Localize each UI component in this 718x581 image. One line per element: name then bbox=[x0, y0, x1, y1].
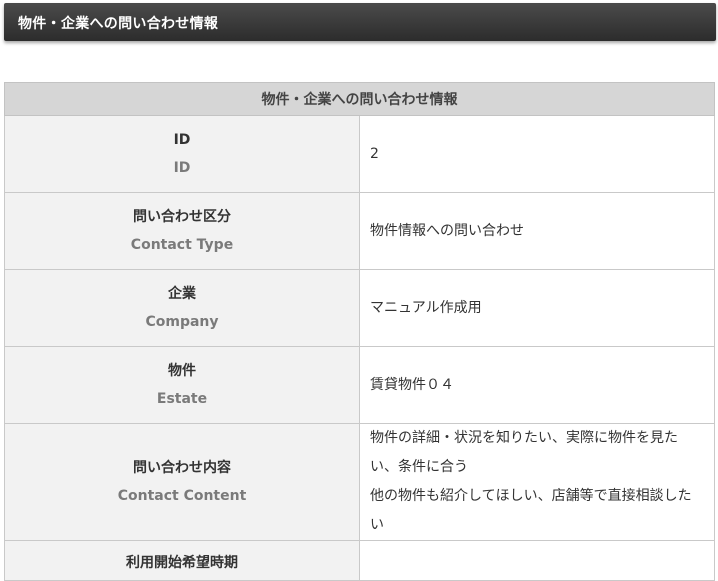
row-label-en: Contact Content bbox=[117, 488, 247, 504]
row-value-cell bbox=[359, 540, 715, 581]
row-label-ja: 物件 bbox=[168, 363, 196, 379]
row-label-ja: 問い合わせ区分 bbox=[133, 209, 231, 225]
row-value-estate: 賃貸物件０４ bbox=[370, 376, 454, 393]
page-title: 物件・企業への問い合わせ情報 bbox=[18, 16, 219, 32]
row-label-cell: 利用開始希望時期 bbox=[4, 540, 360, 581]
row-value-id: 2 bbox=[370, 145, 379, 162]
row-label-ja: 企業 bbox=[168, 286, 196, 302]
table-row-estate: 物件 Estate 賃貸物件０４ bbox=[4, 346, 715, 424]
row-label-ja: 問い合わせ内容 bbox=[133, 460, 231, 476]
row-value-contact-content: 物件の詳細・状況を知りたい、実際に物件を見たい、条件に合う 他の物件も紹介してほ… bbox=[370, 430, 692, 533]
row-value-company: マニュアル作成用 bbox=[370, 299, 482, 316]
row-label-en: Company bbox=[145, 314, 219, 330]
row-value-cell: 物件情報への問い合わせ bbox=[359, 192, 715, 270]
row-value-cell: マニュアル作成用 bbox=[359, 269, 715, 347]
table-row-company: 企業 Company マニュアル作成用 bbox=[4, 269, 715, 347]
row-label-cell: 物件 Estate bbox=[4, 346, 360, 424]
inquiry-info-table: 物件・企業への問い合わせ情報 ID ID 2 問い合わせ区分 Contact T… bbox=[4, 82, 715, 581]
row-label-en: Estate bbox=[156, 391, 208, 407]
row-label-en: ID bbox=[173, 160, 191, 176]
table-row-contact-type: 問い合わせ区分 Contact Type 物件情報への問い合わせ bbox=[4, 192, 715, 270]
table-caption-row: 物件・企業への問い合わせ情報 bbox=[4, 82, 715, 116]
table-row-id: ID ID 2 bbox=[4, 115, 715, 193]
row-label-en: Contact Type bbox=[130, 237, 234, 253]
table-row-start-period: 利用開始希望時期 bbox=[4, 540, 715, 581]
row-label-cell: 問い合わせ内容 Contact Content bbox=[4, 423, 360, 541]
row-label-cell: ID ID bbox=[4, 115, 360, 193]
table-row-contact-content: 問い合わせ内容 Contact Content 物件の詳細・状況を知りたい、実際… bbox=[4, 423, 715, 541]
row-label-ja: ID bbox=[173, 132, 191, 148]
row-value-cell: 2 bbox=[359, 115, 715, 193]
table-caption: 物件・企業への問い合わせ情報 bbox=[4, 82, 715, 116]
page-header: 物件・企業への問い合わせ情報 bbox=[4, 3, 716, 41]
row-label-cell: 企業 Company bbox=[4, 269, 360, 347]
row-value-contact-type: 物件情報への問い合わせ bbox=[370, 222, 524, 239]
row-label-cell: 問い合わせ区分 Contact Type bbox=[4, 192, 360, 270]
row-value-cell: 賃貸物件０４ bbox=[359, 346, 715, 424]
row-label-ja: 利用開始希望時期 bbox=[126, 555, 238, 571]
row-value-cell: 物件の詳細・状況を知りたい、実際に物件を見たい、条件に合う 他の物件も紹介してほ… bbox=[359, 423, 715, 541]
